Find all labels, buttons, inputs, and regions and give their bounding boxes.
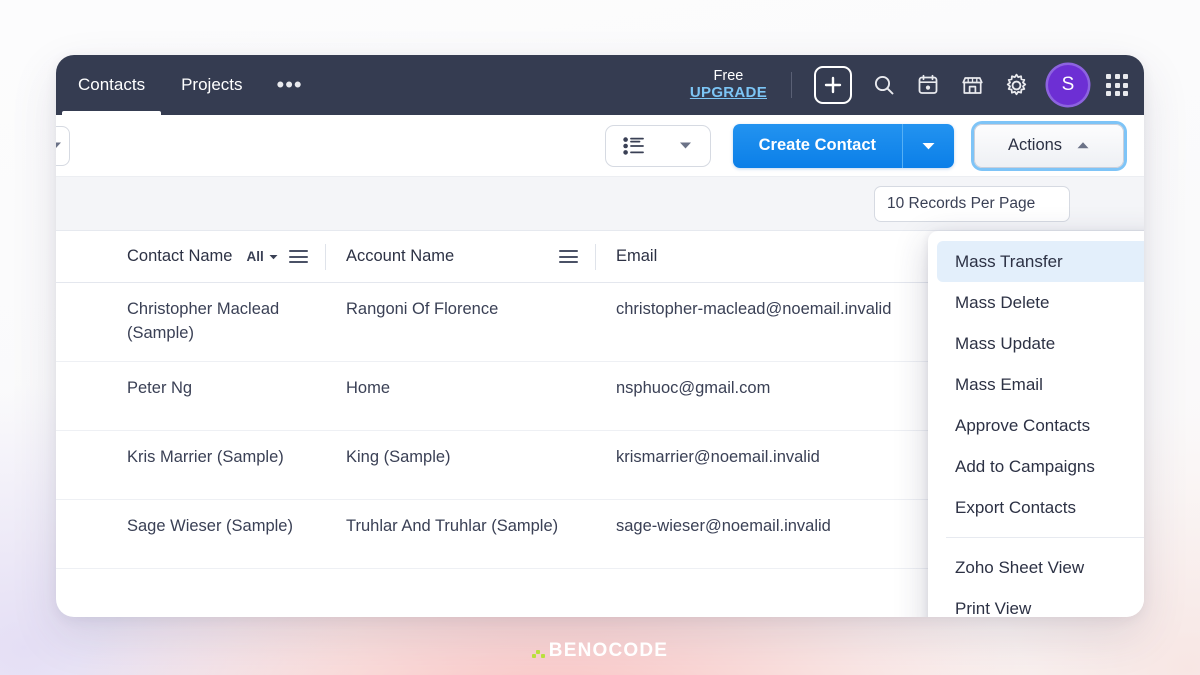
create-contact-dropdown-button[interactable] — [902, 123, 954, 168]
cell-contact-name[interactable]: Kris Marrier (Sample) — [56, 431, 326, 485]
list-view-icon — [623, 136, 644, 155]
contact-name-column-menu-icon[interactable] — [289, 250, 308, 263]
watermark-text: BENOCODE — [548, 640, 669, 661]
nav-tab-contacts[interactable]: Contacts — [60, 55, 163, 115]
apps-dot — [1123, 91, 1128, 96]
watermark: BENOCODE — [0, 640, 1200, 662]
nav-divider — [791, 72, 792, 98]
column-header-account-name[interactable]: Account Name — [326, 231, 596, 283]
menu-items-top: Mass Transfer Mass Delete Mass Update Mass … — [928, 241, 1144, 528]
plan-label: Free — [713, 68, 744, 85]
menu-item-mass-update[interactable]: Mass Update — [937, 323, 1144, 364]
contact-name-filter-all[interactable]: All — [246, 249, 278, 264]
settings-button[interactable] — [994, 55, 1038, 115]
apps-dot — [1106, 82, 1111, 88]
records-per-page-selector[interactable]: 10 Records Per Page — [874, 185, 1070, 222]
nav-more-tabs-button[interactable]: ••• — [261, 55, 319, 115]
menu-item-mass-email[interactable]: Mass Email — [937, 364, 1144, 405]
menu-separator — [946, 537, 1144, 538]
upgrade-block[interactable]: Free UPGRADE — [678, 68, 779, 101]
cell-account-name[interactable]: Rangoni Of Florence — [326, 283, 596, 337]
apps-dot — [1106, 74, 1111, 79]
plus-icon — [824, 76, 842, 94]
search-icon — [874, 75, 894, 95]
top-navigation-bar: Contacts Projects ••• Free UPGRADE S — [56, 55, 1144, 115]
create-contact-group: Create Contact — [732, 123, 954, 168]
chevron-down-icon — [680, 142, 692, 149]
cell-contact-name[interactable]: Christopher Maclead (Sample) — [56, 283, 326, 361]
add-new-button[interactable] — [814, 66, 852, 104]
toolbar: Create Contact Actions — [56, 115, 1144, 177]
chevron-down-icon — [56, 142, 61, 148]
search-button[interactable] — [862, 55, 906, 115]
menu-item-add-to-campaigns[interactable]: Add to Campaigns — [937, 446, 1144, 487]
apps-dot — [1114, 74, 1120, 79]
column-header-contact-name[interactable]: Contact Name All — [56, 231, 326, 283]
gear-icon — [1006, 73, 1026, 95]
ellipsis-icon: ••• — [276, 72, 303, 97]
menu-item-zoho-sheet-view[interactable]: Zoho Sheet View — [937, 547, 1144, 588]
cell-account-name[interactable]: Home — [326, 362, 596, 416]
menu-items-bottom: Zoho Sheet View Print View — [928, 547, 1144, 618]
list-view-selector[interactable] — [604, 124, 711, 167]
calendar-icon — [918, 74, 938, 94]
avatar-initial: S — [1061, 74, 1075, 95]
column-header-account-name-label: Account Name — [346, 247, 455, 265]
chevron-down-icon — [269, 254, 278, 259]
menu-item-mass-delete[interactable]: Mass Delete — [937, 282, 1144, 323]
cell-account-name[interactable]: Truhlar And Truhlar (Sample) — [326, 500, 596, 554]
marketplace-button[interactable] — [950, 55, 994, 115]
actions-dropdown-menu: Mass Transfer Mass Delete Mass Update Mass … — [928, 231, 1144, 617]
column-header-email-label: Email — [616, 247, 658, 265]
chevron-up-icon — [1077, 142, 1089, 149]
records-per-page-label: 10 Records Per Page — [887, 194, 1036, 212]
menu-item-print-view[interactable]: Print View — [937, 588, 1144, 618]
cell-account-name[interactable]: King (Sample) — [326, 431, 596, 485]
app-window: Contacts Projects ••• Free UPGRADE S Cre… — [56, 55, 1144, 617]
apps-dot — [1114, 82, 1120, 88]
menu-item-approve-contacts[interactable]: Approve Contacts — [937, 405, 1144, 446]
account-name-column-menu-icon[interactable] — [559, 250, 578, 263]
actions-button[interactable]: Actions — [974, 123, 1124, 168]
menu-item-export-contacts[interactable]: Export Contacts — [937, 487, 1144, 528]
create-contact-button[interactable]: Create Contact — [732, 123, 902, 168]
apps-dot — [1106, 91, 1111, 96]
apps-dot — [1123, 74, 1128, 79]
sub-toolbar: 10 Records Per Page — [56, 177, 1144, 231]
column-header-contact-name-label: Contact Name — [127, 247, 233, 265]
cell-contact-name[interactable]: Sage Wieser (Sample) — [56, 500, 326, 554]
marketplace-icon — [961, 76, 983, 94]
apps-dot — [1123, 82, 1128, 88]
nav-tab-projects-label: Projects — [181, 75, 243, 94]
contact-name-filter-label: All — [246, 249, 264, 264]
menu-item-mass-transfer[interactable]: Mass Transfer — [937, 241, 1144, 282]
benocode-logo-icon — [531, 645, 545, 658]
nav-tab-projects[interactable]: Projects — [163, 55, 260, 115]
cell-contact-name[interactable]: Peter Ng — [56, 362, 326, 416]
calendar-button[interactable] — [906, 55, 950, 115]
nav-tab-contacts-label: Contacts — [78, 75, 146, 94]
avatar[interactable]: S — [1048, 65, 1088, 105]
upgrade-link[interactable]: UPGRADE — [690, 84, 767, 102]
apps-dot — [1114, 91, 1120, 96]
apps-grid-icon[interactable] — [1106, 74, 1128, 96]
actions-wrap: Actions — [974, 123, 1124, 168]
chevron-down-icon — [922, 142, 935, 149]
actions-button-label: Actions — [1007, 136, 1063, 154]
view-filter-dropdown[interactable] — [56, 125, 70, 166]
